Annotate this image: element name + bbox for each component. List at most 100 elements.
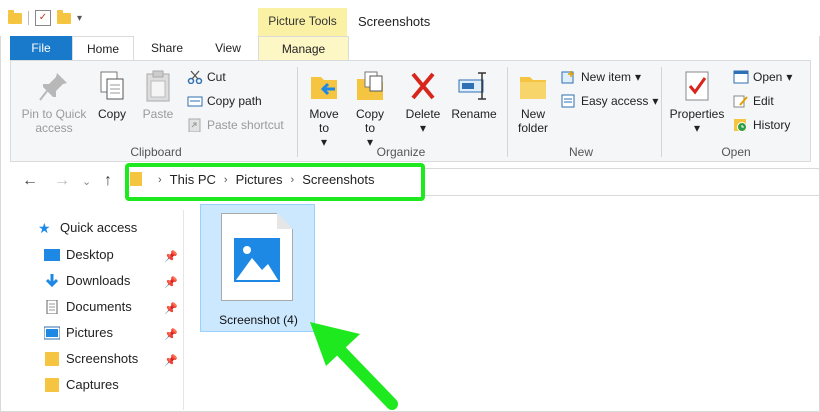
nav-item-captures[interactable]: Captures bbox=[44, 377, 119, 392]
annotation-arrow-icon bbox=[310, 322, 398, 410]
recent-locations-chevron-icon[interactable]: ⌄ bbox=[82, 175, 91, 188]
nav-item-documents[interactable]: Documents bbox=[44, 299, 132, 314]
picture-thumbnail-icon bbox=[234, 238, 280, 282]
edit-label: Edit bbox=[753, 94, 774, 108]
chevron-down-icon: ▾ bbox=[652, 94, 659, 108]
group-divider bbox=[507, 67, 508, 157]
address-bar-extension[interactable] bbox=[425, 168, 820, 196]
breadcrumb-this-pc[interactable]: This PC bbox=[170, 172, 216, 187]
new-folder-qat-button[interactable] bbox=[57, 9, 71, 24]
quick-access-toolbar: ✓ ▾ bbox=[8, 9, 82, 26]
ribbon: Pin to Quick access Copy Paste Cut Copy … bbox=[10, 60, 811, 162]
new-item-label: New item bbox=[581, 70, 632, 84]
pin-icon: 📌 bbox=[164, 329, 178, 341]
pin-icon: 📌 bbox=[164, 277, 178, 289]
properties-qat-button[interactable]: ✓ bbox=[35, 10, 51, 26]
pin-label: Pin to Quick access bbox=[21, 107, 87, 135]
folder-icon bbox=[130, 172, 142, 186]
nav-item-desktop[interactable]: Desktop bbox=[44, 247, 114, 262]
ribbon-tabs: File Home Share View Manage bbox=[0, 36, 820, 61]
copy-to-button[interactable]: Copy to ▾ bbox=[351, 69, 389, 149]
move-to-label: Move to bbox=[309, 107, 339, 135]
group-divider bbox=[661, 67, 662, 157]
navigation-pane: ★ Quick access Desktop 📌 Downloads 📌 Doc… bbox=[0, 210, 184, 410]
pictures-icon bbox=[43, 326, 61, 340]
chevron-right-icon: › bbox=[158, 173, 162, 186]
nav-item-label: Desktop bbox=[66, 247, 114, 262]
open-group-label: Open bbox=[721, 145, 751, 159]
move-to-button[interactable]: Move to ▾ bbox=[305, 69, 343, 149]
properties-button[interactable]: Properties ▾ bbox=[667, 69, 727, 135]
nav-item-downloads[interactable]: Downloads bbox=[44, 273, 130, 288]
picture-tools-header: Picture Tools bbox=[258, 8, 347, 36]
quick-access-label: Quick access bbox=[60, 220, 138, 235]
forward-arrow-icon[interactable]: → bbox=[54, 172, 70, 190]
pin-to-quick-access-button[interactable]: Pin to Quick access bbox=[17, 69, 91, 135]
new-folder-button[interactable]: New folder bbox=[511, 69, 555, 135]
copy-button[interactable]: Copy bbox=[93, 69, 131, 121]
new-item-button[interactable]: New item ▾ bbox=[561, 70, 641, 84]
chevron-down-icon: ▾ bbox=[320, 135, 328, 149]
customize-qat-chevron-icon[interactable]: ▾ bbox=[77, 13, 82, 24]
move-to-icon bbox=[307, 69, 341, 103]
folder-icon bbox=[44, 351, 60, 366]
edit-button[interactable]: Edit bbox=[733, 94, 774, 108]
delete-x-icon bbox=[406, 69, 440, 103]
breadcrumb-pictures[interactable]: Pictures bbox=[236, 172, 283, 187]
pin-icon: 📌 bbox=[164, 355, 178, 367]
nav-item-label: Screenshots bbox=[66, 351, 139, 366]
new-folder-label: New folder bbox=[517, 107, 549, 135]
tab-view[interactable]: View bbox=[200, 36, 256, 60]
cut-label: Cut bbox=[207, 70, 226, 84]
tab-manage[interactable]: Manage bbox=[258, 36, 349, 61]
paste-shortcut-label: Paste shortcut bbox=[207, 118, 284, 132]
nav-quick-access[interactable]: ★ Quick access bbox=[38, 220, 137, 235]
breadcrumb-screenshots[interactable]: Screenshots bbox=[302, 172, 374, 187]
properties-label: Properties bbox=[669, 107, 725, 121]
copy-label: Copy bbox=[97, 107, 126, 121]
pin-icon bbox=[37, 69, 71, 103]
star-icon: ★ bbox=[38, 219, 51, 236]
easy-access-icon bbox=[561, 94, 577, 108]
nav-item-label: Pictures bbox=[66, 325, 113, 340]
open-button[interactable]: Open ▾ bbox=[733, 70, 792, 84]
breadcrumb: › This PC › Pictures › Screenshots bbox=[150, 172, 374, 187]
new-group-label: New bbox=[568, 145, 593, 159]
history-label: History bbox=[753, 118, 791, 132]
download-icon bbox=[44, 273, 60, 288]
nav-item-screenshots[interactable]: Screenshots bbox=[44, 351, 138, 366]
delete-label: Delete bbox=[405, 107, 441, 121]
nav-item-pictures[interactable]: Pictures bbox=[43, 325, 113, 340]
copy-icon bbox=[95, 69, 129, 103]
cut-button[interactable]: Cut bbox=[187, 70, 226, 85]
folder-icon bbox=[8, 9, 22, 24]
tab-share[interactable]: Share bbox=[138, 36, 196, 60]
nav-item-label: Downloads bbox=[66, 273, 131, 288]
rename-label: Rename bbox=[451, 107, 497, 121]
new-folder-icon bbox=[516, 69, 550, 103]
nav-item-label: Documents bbox=[66, 299, 132, 314]
up-arrow-icon[interactable]: ↑ bbox=[104, 172, 112, 190]
pin-icon: 📌 bbox=[164, 251, 178, 263]
easy-access-button[interactable]: Easy access ▾ bbox=[561, 94, 658, 108]
paste-label: Paste bbox=[142, 107, 174, 121]
delete-button[interactable]: Delete ▾ bbox=[403, 69, 443, 135]
copy-path-label: Copy path bbox=[207, 94, 262, 108]
copy-path-button[interactable]: Copy path bbox=[187, 94, 262, 108]
tab-file[interactable]: File bbox=[10, 36, 72, 60]
properties-icon bbox=[680, 69, 714, 103]
easy-access-label: Easy access bbox=[581, 94, 649, 108]
history-icon bbox=[733, 118, 749, 132]
image-file-icon bbox=[221, 213, 293, 301]
chevron-right-icon: › bbox=[290, 173, 295, 186]
paste-shortcut-icon bbox=[187, 118, 203, 133]
window-title: Screenshots bbox=[358, 14, 431, 29]
paste-shortcut-button[interactable]: Paste shortcut bbox=[187, 118, 284, 133]
history-button[interactable]: History bbox=[733, 118, 790, 132]
rename-button[interactable]: Rename bbox=[449, 69, 499, 121]
scissors-icon bbox=[187, 70, 203, 85]
tab-home[interactable]: Home bbox=[72, 36, 134, 61]
paste-button[interactable]: Paste bbox=[139, 69, 177, 121]
divider bbox=[28, 11, 29, 25]
back-arrow-icon[interactable]: ← bbox=[22, 172, 38, 190]
